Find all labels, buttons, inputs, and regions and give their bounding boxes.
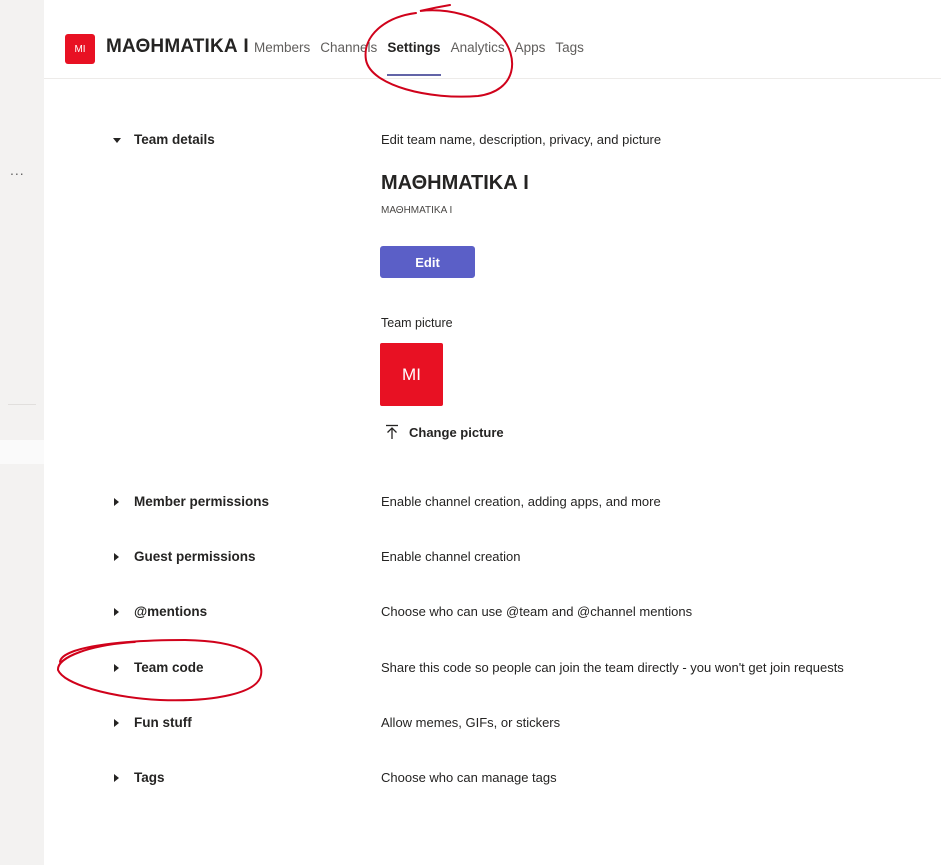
section-description: Enable channel creation — [381, 549, 521, 564]
section-label: @mentions — [134, 604, 208, 619]
section-member-permissions[interactable]: Member permissions Enable channel creati… — [44, 494, 941, 514]
caret-down-icon — [113, 138, 121, 143]
caret-right-icon — [114, 498, 119, 506]
section-guest-permissions[interactable]: Guest permissions Enable channel creatio… — [44, 549, 941, 569]
rail-gap — [0, 440, 44, 464]
section-label: Team code — [134, 660, 204, 675]
edit-button[interactable]: Edit — [380, 246, 475, 278]
tab-apps[interactable]: Apps — [515, 40, 546, 55]
caret-right-icon — [114, 719, 119, 727]
section-description: Share this code so people can join the t… — [381, 660, 844, 675]
section-description: Edit team name, description, privacy, an… — [381, 132, 662, 147]
section-team-details[interactable]: Team details Edit team name, description… — [44, 132, 941, 152]
team-header: MI ΜΑΘΗΜΑΤΙΚΑ Ι Members Channels Setting… — [44, 0, 941, 79]
section-label: Team details — [134, 132, 215, 147]
upload-icon — [386, 424, 398, 439]
section-label: Fun stuff — [134, 715, 192, 730]
section-description: Enable channel creation, adding apps, an… — [381, 494, 661, 509]
more-options-icon[interactable]: ... — [10, 162, 25, 178]
caret-right-icon — [114, 664, 119, 672]
section-fun-stuff[interactable]: Fun stuff Allow memes, GIFs, or stickers — [44, 715, 941, 735]
change-picture-button[interactable]: Change picture — [385, 424, 504, 440]
team-avatar: MI — [65, 34, 95, 64]
team-picture-label: Team picture — [381, 316, 453, 330]
rail-divider — [8, 404, 36, 405]
tab-tags[interactable]: Tags — [555, 40, 584, 55]
section-description: Choose who can manage tags — [381, 770, 557, 785]
caret-right-icon — [114, 608, 119, 616]
section-team-code[interactable]: Team code Share this code so people can … — [44, 660, 941, 680]
rail-panel — [0, 0, 44, 440]
section-description: Allow memes, GIFs, or stickers — [381, 715, 561, 730]
change-picture-label: Change picture — [409, 424, 504, 440]
tab-settings[interactable]: Settings — [387, 40, 441, 76]
section-label: Guest permissions — [134, 549, 256, 564]
tab-bar: Members Channels Settings Analytics Apps… — [254, 40, 594, 76]
section-label: Member permissions — [134, 494, 270, 509]
team-details-description: ΜΑΘΗΜΑΤΙΚΑ Ι — [381, 205, 453, 216]
team-name: ΜΑΘΗΜΑΤΙΚΑ Ι — [106, 36, 249, 57]
section-mentions[interactable]: @mentions Choose who can use @team and @… — [44, 604, 941, 624]
tab-channels[interactable]: Channels — [320, 40, 377, 55]
tab-analytics[interactable]: Analytics — [451, 40, 505, 55]
team-details-name: ΜΑΘΗΜΑΤΙΚΑ Ι — [381, 172, 529, 194]
caret-right-icon — [114, 553, 119, 561]
left-rail: ... — [0, 0, 44, 865]
caret-right-icon — [114, 774, 119, 782]
section-label: Tags — [134, 770, 165, 785]
section-tags[interactable]: Tags Choose who can manage tags — [44, 770, 941, 790]
tab-members[interactable]: Members — [254, 40, 310, 55]
team-picture: MI — [380, 343, 443, 406]
section-description: Choose who can use @team and @channel me… — [381, 604, 693, 619]
